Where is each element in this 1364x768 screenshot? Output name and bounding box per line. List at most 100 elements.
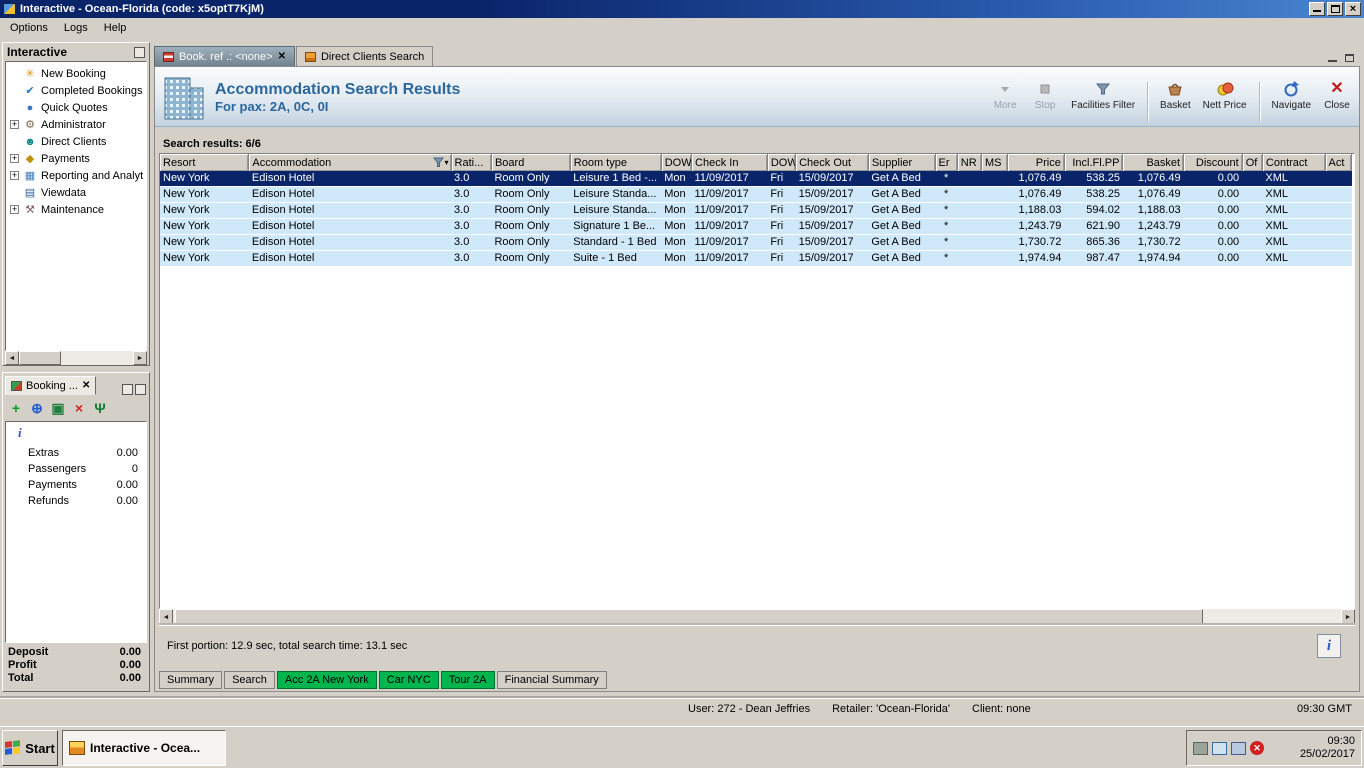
expander-icon[interactable]: + — [10, 205, 19, 214]
scroll-track[interactable] — [173, 609, 1341, 625]
sidebar-item-maintenance[interactable]: + ⚒ Maintenance — [6, 201, 146, 218]
retailer-label: Retailer: 'Ocean-Florida' — [832, 703, 950, 715]
column-header-check-in[interactable]: Check In — [691, 154, 768, 171]
start-button[interactable]: Start — [2, 730, 58, 766]
display-icon[interactable] — [1212, 741, 1227, 755]
expander-icon[interactable]: + — [10, 154, 19, 163]
scroll-left-icon[interactable]: ◄ — [5, 351, 19, 365]
sidebar-item-new-booking[interactable]: ✳ New Booking — [6, 65, 146, 82]
mdi-restore-icon[interactable] — [1345, 54, 1354, 62]
sidebar-item-quick-quotes[interactable]: ● Quick Quotes — [6, 99, 146, 116]
column-header-dow[interactable]: DOW — [767, 154, 797, 171]
close-button[interactable]: × — [1345, 2, 1361, 16]
add-icon[interactable]: + — [7, 399, 25, 417]
booking-maximize-icon[interactable] — [135, 384, 146, 395]
minimize-button[interactable] — [1309, 2, 1325, 16]
column-header-act[interactable]: Act — [1325, 154, 1353, 171]
cell: 1,076.49 — [1137, 172, 1181, 184]
tree-hscrollbar[interactable]: ◄ ► — [5, 351, 147, 365]
taskbar-app-label: Interactive - Ocea... — [90, 741, 201, 755]
bottom-tab-financial-summary[interactable]: Financial Summary — [496, 671, 607, 689]
tab-direct-clients-search[interactable]: Direct Clients Search — [295, 46, 434, 66]
expander-icon[interactable]: + — [10, 120, 19, 129]
column-header-ms[interactable]: MS — [981, 154, 1009, 171]
info-button[interactable]: i — [1317, 634, 1341, 658]
scroll-right-icon[interactable]: ► — [1341, 609, 1355, 625]
more-button[interactable]: More — [991, 80, 1019, 111]
column-header-er[interactable]: Er — [935, 154, 958, 171]
results-row[interactable]: New York Edison Hotel 3.0 Room Only Standard… — [160, 234, 1352, 251]
scroll-track[interactable] — [19, 351, 133, 365]
sidebar-item-reporting-and-analyt[interactable]: + ▦ Reporting and Analyt — [6, 167, 146, 184]
cell — [957, 203, 981, 219]
menu-help[interactable]: Help — [96, 20, 135, 36]
row-label: Passengers — [28, 463, 87, 475]
results-row[interactable]: New York Edison Hotel 3.0 Room Only Leisure … — [160, 202, 1352, 219]
sidebar-item-completed-bookings[interactable]: ✔ Completed Bookings — [6, 82, 146, 99]
delete-icon[interactable]: × — [70, 399, 88, 417]
restore-button[interactable] — [1327, 2, 1343, 16]
column-header-of[interactable]: Of — [1242, 154, 1263, 171]
column-header-room-type[interactable]: Room type — [570, 154, 662, 171]
tab-book-ref-none[interactable]: Book. ref .: <none> ✕ — [154, 46, 295, 66]
bottom-tab-search[interactable]: Search — [224, 671, 275, 689]
filter-funnel-icon[interactable]: ▾ — [432, 157, 449, 168]
network-icon[interactable] — [1231, 741, 1246, 755]
column-header-dow[interactable]: DOW — [661, 154, 693, 171]
sidebar-item-payments[interactable]: + ◆ Payments — [6, 150, 146, 167]
column-header-board[interactable]: Board — [491, 154, 571, 171]
booking-tab-label: Booking ... — [26, 379, 78, 392]
navigate-button[interactable]: Navigate — [1272, 80, 1311, 111]
results-row[interactable]: New York Edison Hotel 3.0 Room Only Signatur… — [160, 218, 1352, 235]
column-header-price[interactable]: Price — [1007, 154, 1065, 171]
cell — [1242, 187, 1262, 203]
bottom-tab-tour-2a[interactable]: Tour 2A — [440, 671, 495, 689]
column-header-basket[interactable]: Basket — [1122, 154, 1185, 171]
close-results-button[interactable]: ✕ Close — [1323, 80, 1351, 111]
column-header-incl-fl-pp[interactable]: Incl.Fl.PP — [1064, 154, 1124, 171]
scroll-thumb[interactable] — [175, 609, 1203, 625]
booking-minimize-icon[interactable] — [122, 384, 133, 395]
column-header-rati[interactable]: Rati... — [451, 154, 492, 171]
booking-tab-close-icon[interactable]: ✕ — [82, 380, 90, 391]
table-hscrollbar[interactable]: ◄ ► — [159, 609, 1355, 625]
booking-tab[interactable]: Booking ... ✕ — [5, 376, 97, 395]
scroll-right-icon[interactable]: ► — [133, 351, 147, 365]
stop-button[interactable]: Stop — [1031, 80, 1059, 111]
scroll-thumb[interactable] — [19, 351, 61, 365]
tab-close-icon[interactable]: ✕ — [278, 51, 286, 62]
basket-button[interactable]: Basket — [1160, 80, 1191, 111]
column-header-accommodation[interactable]: Accommodation ▾ — [248, 154, 452, 171]
sidebar-item-direct-clients[interactable]: ☻ Direct Clients — [6, 133, 146, 150]
results-row[interactable]: New York Edison Hotel 3.0 Room Only Leisure … — [160, 171, 1352, 187]
keyboard-icon[interactable] — [1193, 741, 1208, 755]
menu-options[interactable]: Options — [2, 20, 56, 36]
menu-logs[interactable]: Logs — [56, 20, 96, 36]
results-row[interactable]: New York Edison Hotel 3.0 Room Only Suite - … — [160, 250, 1352, 267]
column-header-nr[interactable]: NR — [957, 154, 983, 171]
scroll-left-icon[interactable]: ◄ — [159, 609, 173, 625]
panel-collapse-icon[interactable] — [134, 46, 145, 58]
column-header-discount[interactable]: Discount — [1183, 154, 1243, 171]
column-header-contract[interactable]: Contract — [1262, 154, 1326, 171]
sidebar-item-administrator[interactable]: + ⚙ Administrator — [6, 116, 146, 133]
facilities-filter-button[interactable]: Facilities Filter — [1071, 80, 1135, 111]
header-toolbar: More Stop Facilities Filter Basket Nett … — [991, 72, 1351, 122]
bottom-tab-acc-2a-new-york[interactable]: Acc 2A New York — [276, 671, 377, 689]
bottom-tab-car-nyc[interactable]: Car NYC — [378, 671, 439, 689]
sidebar-item-viewdata[interactable]: ▤ Viewdata — [6, 184, 146, 201]
column-header-check-out[interactable]: Check Out — [795, 154, 869, 171]
taskbar-app-button[interactable]: Interactive - Ocea... — [62, 730, 226, 766]
cell — [982, 235, 1008, 251]
bottom-tab-summary[interactable]: Summary — [159, 671, 223, 689]
mdi-minimize-icon[interactable] — [1328, 54, 1337, 62]
nett-price-button[interactable]: Nett Price — [1203, 80, 1247, 111]
column-header-resort[interactable]: Resort — [160, 154, 250, 171]
column-header-supplier[interactable]: Supplier — [868, 154, 936, 171]
cascade-icon[interactable]: ▣ — [49, 399, 67, 417]
globe-icon[interactable]: ⊕ — [28, 399, 46, 417]
results-row[interactable]: New York Edison Hotel 3.0 Room Only Leisure … — [160, 186, 1352, 203]
mute-icon[interactable]: ✕ — [1250, 741, 1264, 755]
palm-tree-icon[interactable]: Ψ — [91, 399, 109, 417]
expander-icon[interactable]: + — [10, 171, 19, 180]
